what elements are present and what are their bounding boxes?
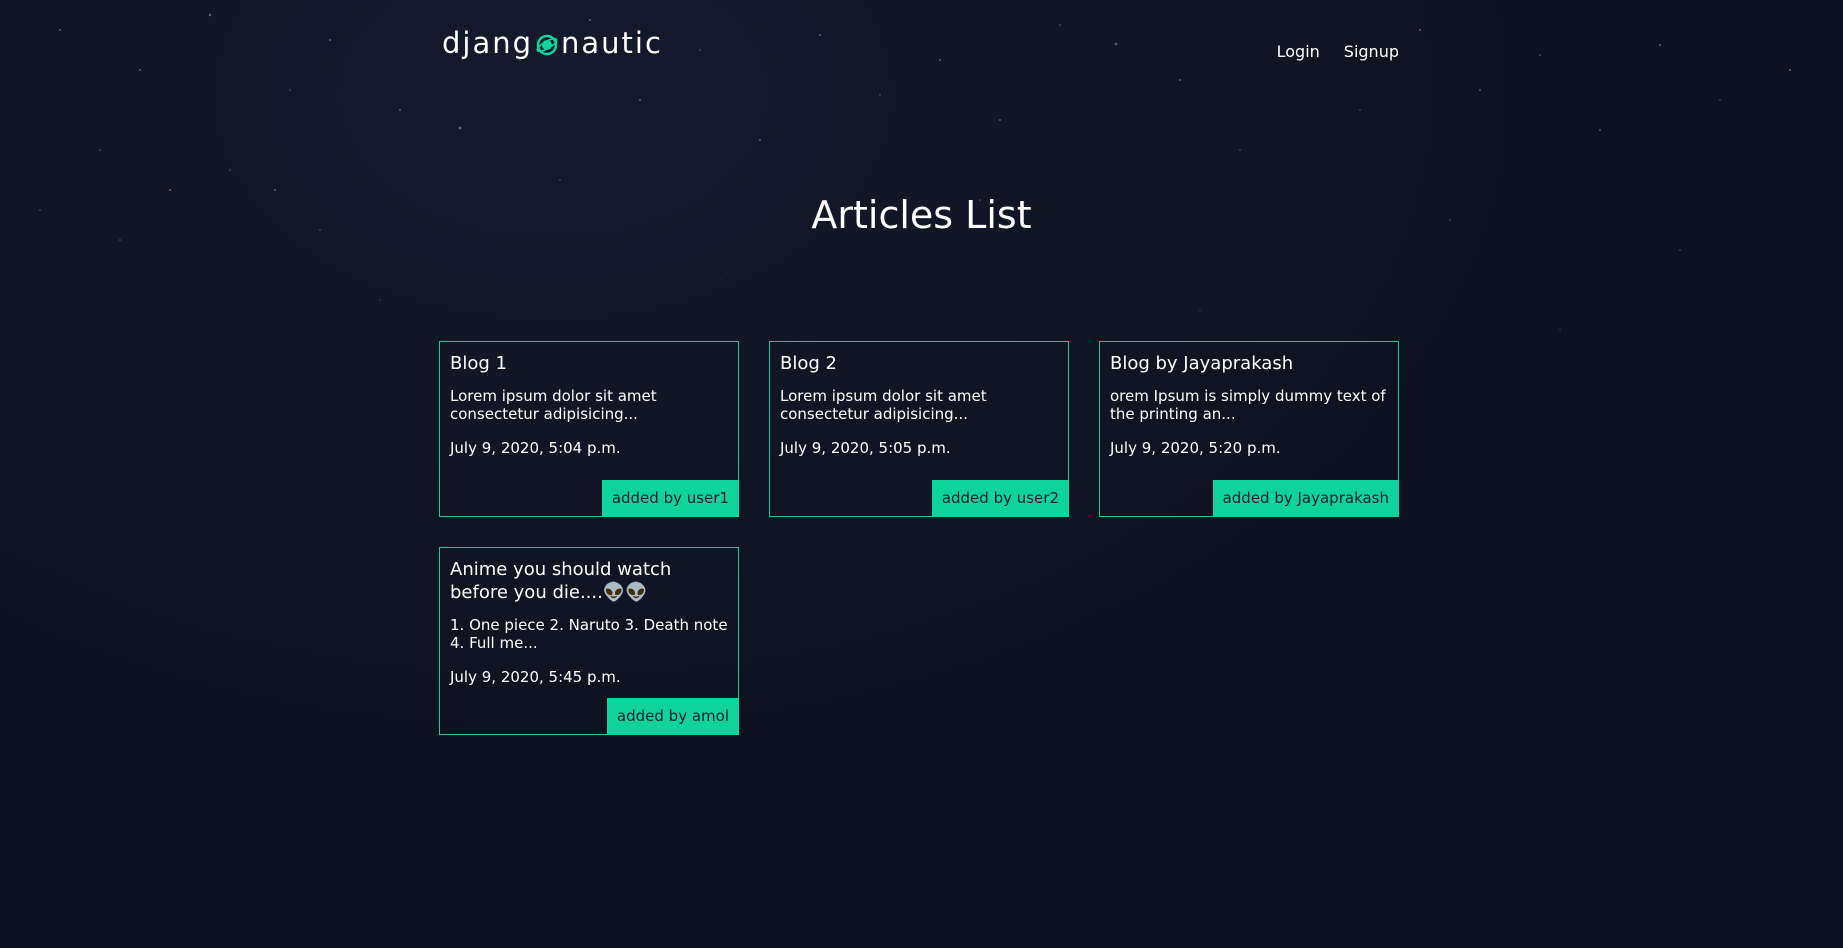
article-card[interactable]: Blog by Jayaprakash orem Ipsum is simply… bbox=[1099, 341, 1399, 517]
article-snippet: Lorem ipsum dolor sit amet consectetur a… bbox=[450, 387, 657, 423]
article-card[interactable]: Anime you should watch before you die...… bbox=[439, 547, 739, 735]
article-card[interactable]: Blog 2 Lorem ipsum dolor sit amet consec… bbox=[769, 341, 1069, 517]
logo-text-left: djang bbox=[442, 26, 534, 60]
article-title[interactable]: Blog by Jayaprakash bbox=[1110, 352, 1388, 375]
author-badge: added by user2 bbox=[931, 480, 1069, 517]
article-title[interactable]: Anime you should watch before you die...… bbox=[450, 558, 728, 604]
article-date: July 9, 2020, 5:45 p.m. bbox=[450, 668, 621, 686]
article-date: July 9, 2020, 5:20 p.m. bbox=[1110, 439, 1281, 457]
article-card[interactable]: Blog 1 Lorem ipsum dolor sit amet consec… bbox=[439, 341, 739, 517]
logo-text-right: nautic bbox=[561, 26, 663, 60]
site-logo[interactable]: djang nautic bbox=[442, 26, 663, 60]
author-badge: added by user1 bbox=[601, 480, 739, 517]
article-title[interactable]: Blog 1 bbox=[450, 352, 728, 375]
article-snippet: orem Ipsum is simply dummy text of the p… bbox=[1110, 387, 1386, 423]
page: djang nautic Login Signup Articles List … bbox=[0, 0, 1843, 948]
article-date: July 9, 2020, 5:05 p.m. bbox=[780, 439, 951, 457]
article-snippet: 1. One piece 2. Naruto 3. Death note 4. … bbox=[450, 616, 728, 652]
articles-grid: Blog 1 Lorem ipsum dolor sit amet consec… bbox=[439, 341, 1399, 735]
site-header: djang nautic Login Signup bbox=[440, 26, 1400, 66]
author-badge: added by amol bbox=[606, 698, 739, 735]
main-nav: Login Signup bbox=[1277, 42, 1399, 61]
article-snippet: Lorem ipsum dolor sit amet consectetur a… bbox=[780, 387, 987, 423]
article-title[interactable]: Blog 2 bbox=[780, 352, 1058, 375]
planet-ring-icon bbox=[536, 34, 558, 56]
page-title: Articles List bbox=[811, 193, 1032, 237]
article-date: July 9, 2020, 5:04 p.m. bbox=[450, 439, 621, 457]
signup-link[interactable]: Signup bbox=[1344, 42, 1399, 61]
login-link[interactable]: Login bbox=[1277, 42, 1320, 61]
author-badge: added by Jayaprakash bbox=[1212, 480, 1399, 517]
